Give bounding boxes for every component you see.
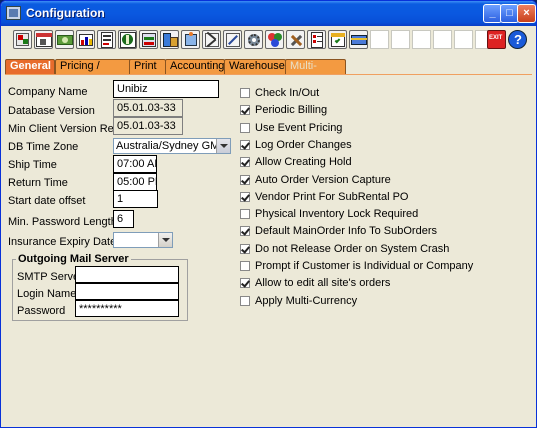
login-name-label: Login Name xyxy=(17,288,77,300)
checkbox-unchecked-icon[interactable] xyxy=(240,295,250,306)
dollar-icon[interactable] xyxy=(118,30,137,49)
checkbox-label: Do not Release Order on System Crash xyxy=(255,242,450,255)
smtp-server-label: SMTP Server xyxy=(17,271,83,283)
db-time-zone-select[interactable]: Australia/Sydney GMT +1... xyxy=(113,138,231,154)
insurance-expiry-date-picker[interactable] xyxy=(113,232,173,248)
tools-icon[interactable] xyxy=(286,30,305,49)
tab-warehouse[interactable]: Warehouse xyxy=(224,59,286,74)
checkbox-unchecked-icon[interactable] xyxy=(240,88,250,98)
return-time-field[interactable]: 05:00 PM xyxy=(113,173,157,191)
db-time-zone-label: DB Time Zone xyxy=(8,141,79,153)
checkbox-label: Auto Order Version Capture xyxy=(255,173,391,186)
gear-icon[interactable] xyxy=(244,30,263,49)
password-label: Password xyxy=(17,305,66,317)
ship-time-label: Ship Time xyxy=(8,159,57,171)
checkbox-label: Allow Creating Hold xyxy=(255,156,352,169)
help-icon: ? xyxy=(514,32,522,47)
checkbox-checked-icon[interactable] xyxy=(240,278,250,289)
toolbar-empty-slot xyxy=(454,30,473,49)
checkbox-label: Use Event Pricing xyxy=(255,121,343,134)
checkbox-checked-icon[interactable] xyxy=(240,105,250,116)
checkbox-label: Log Order Changes xyxy=(255,138,352,151)
checklist-icon[interactable] xyxy=(307,30,326,49)
db-time-zone-value: Australia/Sydney GMT +1... xyxy=(116,140,230,152)
tab-multi-currency: Multi-Currency xyxy=(285,59,346,85)
help-button[interactable]: ? xyxy=(508,30,527,49)
chevron-down-icon[interactable] xyxy=(158,233,172,247)
checkbox-checked-icon[interactable] xyxy=(240,157,250,168)
return-time-label: Return Time xyxy=(8,177,68,189)
calendar-icon[interactable] xyxy=(34,30,53,49)
min-password-length-label: Min. Password Length xyxy=(8,216,117,228)
calendar-check-icon[interactable] xyxy=(328,30,347,49)
toolbar-empty-slot xyxy=(370,30,389,49)
settings-icon[interactable] xyxy=(13,30,32,49)
checkbox-label: Vendor Print For SubRental PO xyxy=(255,190,409,203)
checkbox-unchecked-icon[interactable] xyxy=(240,209,250,220)
start-date-offset-field[interactable]: 1 xyxy=(113,190,158,208)
book-icon[interactable] xyxy=(160,30,179,49)
checkbox-unchecked-icon[interactable] xyxy=(240,122,250,133)
company-name-label: Company Name xyxy=(8,86,88,98)
title-bar[interactable]: Configuration _ □ × xyxy=(1,1,536,26)
checkbox-label: Default MainOrder Info To SubOrders xyxy=(255,225,437,238)
print-document-icon[interactable] xyxy=(97,30,116,49)
tab-accounting[interactable]: Accounting xyxy=(165,59,225,74)
database-version-field: 05.01.03-33 xyxy=(113,99,183,117)
checkbox-checked-icon[interactable] xyxy=(240,226,250,237)
money-icon[interactable] xyxy=(55,30,74,49)
card-icon[interactable] xyxy=(349,30,368,49)
general-panel: Company Name Unibiz Database Version 05.… xyxy=(5,74,532,424)
toolbar-empty-slot xyxy=(391,30,410,49)
chevron-down-icon[interactable] xyxy=(216,139,230,153)
insurance-expiry-date-label: Insurance Expiry Date xyxy=(8,236,117,248)
min-password-length-field[interactable]: 6 xyxy=(113,210,134,228)
company-name-field[interactable]: Unibiz xyxy=(113,80,219,98)
toolbar-empty-slot xyxy=(433,30,452,49)
printer-icon[interactable] xyxy=(139,30,158,49)
drafting-icon[interactable] xyxy=(223,30,242,49)
tab-print[interactable]: Print xyxy=(129,59,166,74)
checkbox-label: Prompt if Customer is Individual or Comp… xyxy=(255,260,474,272)
exit-label: EXIT xyxy=(489,35,503,41)
color-wheel-icon[interactable] xyxy=(265,30,284,49)
checkbox-checked-icon[interactable] xyxy=(240,174,250,185)
login-name-field[interactable] xyxy=(75,283,179,300)
checkbox-label: Check In/Out xyxy=(255,87,320,99)
exit-button[interactable]: EXIT xyxy=(487,30,506,49)
outgoing-mail-server-legend: Outgoing Mail Server xyxy=(18,253,129,265)
password-field[interactable]: ********** xyxy=(75,300,179,317)
toolbar: EXIT ? xyxy=(5,28,533,55)
database-version-label: Database Version xyxy=(8,105,95,117)
checkbox-label: Apply Multi-Currency xyxy=(255,294,358,307)
checkbox-checked-icon[interactable] xyxy=(240,243,250,254)
toolbar-empty-slot xyxy=(412,30,431,49)
ship-time-field[interactable]: 07:00 AM xyxy=(113,155,157,173)
min-client-version-field: 05.01.03-33 xyxy=(113,117,183,135)
close-button[interactable]: × xyxy=(517,4,536,23)
min-client-version-label: Min Client Version Req xyxy=(8,123,120,135)
puzzle-icon[interactable] xyxy=(181,30,200,49)
tab-pricing-billing[interactable]: Pricing / Billing xyxy=(55,59,132,85)
window-title: Configuration xyxy=(26,6,105,20)
start-date-offset-label: Start date offset xyxy=(8,195,86,207)
grid-chart-icon[interactable] xyxy=(76,30,95,49)
checkbox-checked-icon[interactable] xyxy=(240,191,250,202)
smtp-server-field[interactable] xyxy=(75,266,179,283)
checkbox-label: Allow to edit all site's orders xyxy=(255,277,391,290)
scissors-icon[interactable] xyxy=(202,30,221,49)
tab-general[interactable]: General xyxy=(5,59,55,75)
checkbox-checked-icon[interactable] xyxy=(240,139,250,150)
app-icon xyxy=(6,6,21,20)
configuration-window: Configuration _ □ × EXIT ? General Prici… xyxy=(0,0,537,428)
checkbox-label: Physical Inventory Lock Required xyxy=(255,208,419,221)
checkbox-unchecked-icon[interactable] xyxy=(240,261,250,271)
checkbox-label: Periodic Billing xyxy=(255,104,328,117)
